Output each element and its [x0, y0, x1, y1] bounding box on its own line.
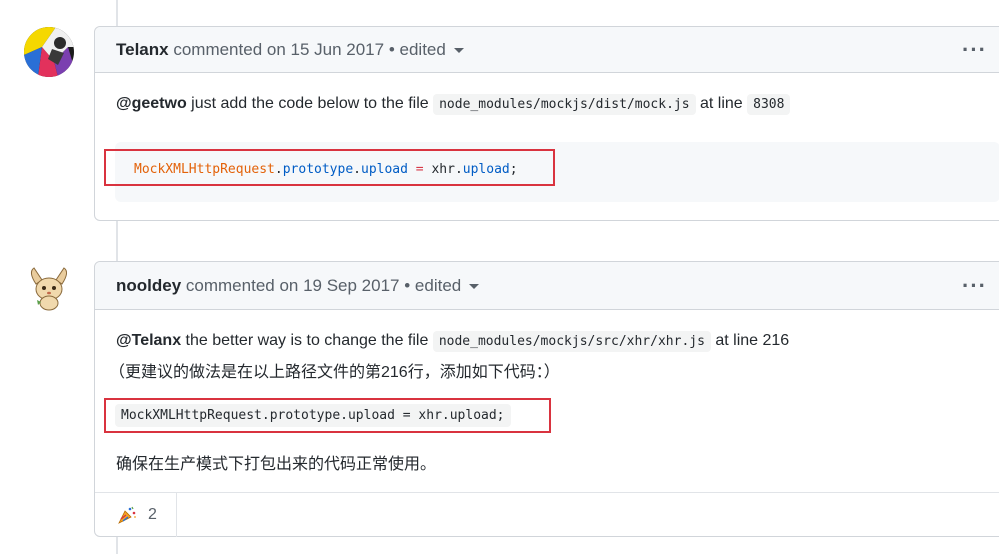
comment-telanx: Telanx commented on 15 Jun 2017 • edited…: [94, 26, 999, 221]
comment-date[interactable]: commented on 19 Sep 2017: [186, 276, 400, 295]
user-mention[interactable]: @Telanx: [116, 332, 181, 349]
avatar-nooldey[interactable]: [24, 262, 74, 312]
inline-code-file: node_modules/mockjs/dist/mock.js: [433, 94, 696, 115]
edited-label: • edited: [388, 40, 446, 59]
chevron-down-icon: [453, 48, 464, 54]
comment-paragraph: @geetwo just add the code below to the f…: [116, 94, 791, 115]
comment-date[interactable]: commented on 15 Jun 2017: [173, 40, 384, 59]
annotation-highlight-box: [104, 149, 555, 186]
bunny-avatar-image: [24, 262, 74, 312]
comment-paragraph-closing: 确保在生产模式下打包出来的代码正常使用。: [116, 456, 437, 473]
kebab-horizontal-icon[interactable]: ···: [962, 27, 987, 73]
annotation-highlight-box: [104, 398, 551, 433]
edited-label: • edited: [404, 276, 462, 295]
tada-icon: [118, 506, 136, 524]
edited-dropdown[interactable]: • edited: [404, 276, 480, 295]
user-mention[interactable]: @geetwo: [116, 95, 187, 112]
paragraph-text: at line: [695, 95, 748, 112]
avatar-image: [24, 27, 74, 77]
comment-paragraph-chinese: （更建议的做法是在以上路径文件的第216行，添加如下代码：）: [109, 364, 560, 381]
reaction-tada-button[interactable]: 2: [95, 493, 177, 537]
chevron-down-icon: [469, 284, 480, 290]
paragraph-text: the better way is to change the file: [181, 332, 433, 349]
edited-dropdown[interactable]: • edited: [389, 40, 464, 59]
inline-code-line: 8308: [747, 94, 791, 115]
reactions-bar: 2: [95, 492, 999, 537]
inline-code-file: node_modules/mockjs/src/xhr/xhr.js: [432, 331, 711, 352]
comment-header: Telanx commented on 15 Jun 2017 • edited…: [95, 27, 999, 73]
paragraph-text: just add the code below to the file: [186, 95, 434, 112]
comment-author[interactable]: Telanx: [116, 40, 169, 59]
comment-paragraph: @Telanx the better way is to change the …: [116, 331, 790, 352]
avatar-telanx[interactable]: [24, 27, 74, 77]
comment-header: nooldey commented on 19 Sep 2017 • edite…: [95, 262, 999, 310]
reaction-count: 2: [148, 506, 157, 523]
kebab-horizontal-icon[interactable]: ···: [962, 262, 987, 310]
comment-author[interactable]: nooldey: [116, 276, 181, 295]
paragraph-text: at line 216: [710, 332, 790, 349]
